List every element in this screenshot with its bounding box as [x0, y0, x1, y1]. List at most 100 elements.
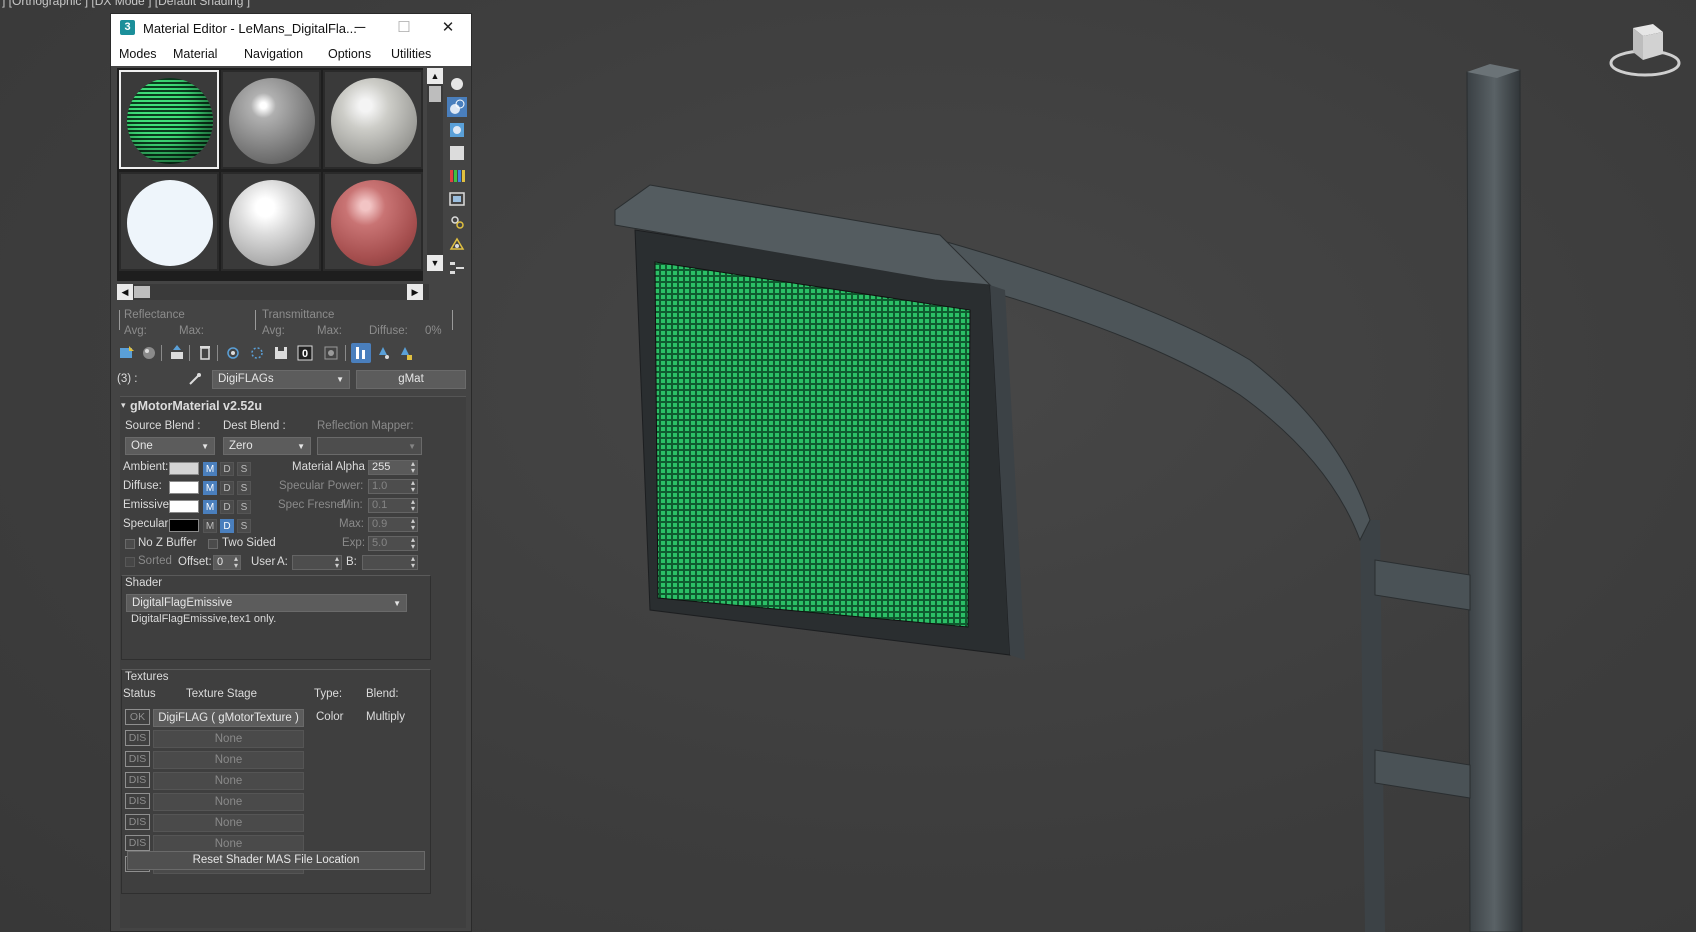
stage-status-1[interactable]: OK — [125, 709, 150, 725]
diffuse-s-toggle[interactable]: S — [237, 481, 251, 495]
rollout-collapse-icon[interactable]: ▾ — [121, 400, 126, 411]
spinner-arrows-icon[interactable]: ▴ ▾ — [335, 555, 339, 570]
ambient-m-toggle[interactable]: M — [203, 462, 217, 476]
specular-d-toggle[interactable]: D — [220, 519, 234, 533]
diffuse-color-swatch[interactable] — [169, 481, 199, 494]
emissive-d-toggle[interactable]: D — [220, 500, 234, 514]
save-icon[interactable] — [271, 343, 291, 363]
title-bar[interactable]: 3 Material Editor - LeMans_DigitalFla...… — [111, 14, 471, 42]
spinner-arrows-icon[interactable]: ▴ ▾ — [234, 555, 238, 570]
select-by-material-icon[interactable] — [447, 235, 467, 255]
spinner-arrows-icon[interactable]: ▴ ▾ — [411, 460, 415, 475]
material-id-icon[interactable]: 0 — [295, 343, 315, 363]
put-to-scene-icon[interactable] — [139, 343, 159, 363]
backlight-icon[interactable] — [447, 97, 467, 117]
user-b-spinner[interactable]: ▴ ▾ — [362, 555, 418, 570]
two-sided-checkbox[interactable] — [208, 539, 218, 549]
specular-color-swatch[interactable] — [169, 519, 199, 532]
make-unique-icon[interactable] — [223, 343, 243, 363]
put-to-library-icon[interactable] — [247, 343, 267, 363]
show-end-result-icon[interactable] — [351, 343, 371, 363]
texture-stage-button-1[interactable]: DigiFLAG ( gMotorTexture ) — [153, 709, 304, 727]
ambient-s-toggle[interactable]: S — [237, 462, 251, 476]
stage-status-6[interactable]: DIS — [125, 814, 150, 830]
stage-status-3[interactable]: DIS — [125, 751, 150, 767]
make-preview-icon[interactable] — [447, 189, 467, 209]
texture-stage-button-4[interactable]: None — [153, 772, 304, 790]
menu-material[interactable]: Material — [173, 47, 217, 61]
shader-dropdown[interactable]: DigitalFlagEmissive ▼ — [126, 594, 407, 612]
reset-shader-mas-button[interactable]: Reset Shader MAS File Location — [127, 851, 425, 870]
texture-stage-button-3[interactable]: None — [153, 751, 304, 769]
options-icon[interactable] — [447, 212, 467, 232]
sample-type-icon[interactable] — [447, 74, 467, 94]
diffuse-m-toggle[interactable]: M — [203, 481, 217, 495]
scroll-left-icon[interactable]: ◀ — [117, 284, 133, 300]
rollout-title[interactable]: gMotorMaterial v2.52u — [130, 399, 262, 413]
texture-stage-button-2[interactable]: None — [153, 730, 304, 748]
reflection-mapper-dropdown[interactable]: ▼ — [317, 437, 422, 455]
slots-horizontal-scrollbar[interactable]: ◀ ▶ — [117, 284, 429, 300]
scroll-thumb-h[interactable] — [134, 286, 150, 298]
scroll-down-icon[interactable]: ▼ — [427, 255, 443, 271]
sample-uv-tiling-icon[interactable] — [447, 143, 467, 163]
dest-blend-dropdown[interactable]: Zero ▼ — [223, 437, 311, 455]
diffuse-d-toggle[interactable]: D — [220, 481, 234, 495]
material-navigator-icon[interactable] — [447, 258, 467, 278]
fresnel-max-spinner[interactable]: 0.9 ▴ ▾ — [368, 517, 418, 532]
stage-status-5[interactable]: DIS — [125, 793, 150, 809]
spinner-arrows-icon[interactable]: ▴ ▾ — [411, 517, 415, 532]
close-button[interactable]: ✕ — [426, 14, 470, 42]
offset-spinner[interactable]: 0 ▴ ▾ — [213, 555, 241, 570]
stage-status-2[interactable]: DIS — [125, 730, 150, 746]
spinner-arrows-icon[interactable]: ▴ ▾ — [411, 479, 415, 494]
sample-slot-3[interactable] — [323, 70, 423, 169]
sample-slot-2[interactable] — [221, 70, 321, 169]
source-blend-dropdown[interactable]: One ▼ — [125, 437, 215, 455]
sorted-checkbox[interactable] — [125, 557, 135, 567]
material-editor-window[interactable]: 3 Material Editor - LeMans_DigitalFla...… — [110, 13, 472, 932]
material-alpha-spinner[interactable]: 255 ▴ ▾ — [368, 460, 418, 475]
sample-slot-4[interactable] — [119, 172, 219, 271]
menu-navigation[interactable]: Navigation — [244, 47, 303, 61]
minimize-button[interactable]: ─ — [338, 14, 382, 42]
assign-material-icon[interactable] — [167, 343, 187, 363]
viewcube-icon[interactable] — [1605, 18, 1685, 80]
specular-m-toggle[interactable]: M — [203, 519, 217, 533]
ambient-color-swatch[interactable] — [169, 462, 199, 475]
specular-s-toggle[interactable]: S — [237, 519, 251, 533]
scroll-right-icon[interactable]: ▶ — [407, 284, 423, 300]
ambient-d-toggle[interactable]: D — [220, 462, 234, 476]
material-type-button[interactable]: gMat — [356, 370, 466, 389]
specular-power-spinner[interactable]: 1.0 ▴ ▾ — [368, 479, 418, 494]
emissive-m-toggle[interactable]: M — [203, 500, 217, 514]
fresnel-exp-spinner[interactable]: 5.0 ▴ ▾ — [368, 536, 418, 551]
spinner-arrows-icon[interactable]: ▴ ▾ — [411, 555, 415, 570]
emissive-color-swatch[interactable] — [169, 500, 199, 513]
menu-utilities[interactable]: Utilities — [391, 47, 431, 61]
go-forward-icon[interactable] — [395, 343, 415, 363]
menu-modes[interactable]: Modes — [119, 47, 157, 61]
material-name-dropdown[interactable]: DigiFLAGs ▼ — [212, 370, 350, 389]
sample-slot-1[interactable] — [119, 70, 219, 169]
sample-slot-5[interactable] — [221, 172, 321, 271]
menu-options[interactable]: Options — [328, 47, 371, 61]
user-a-spinner[interactable]: ▴ ▾ — [292, 555, 342, 570]
fresnel-min-spinner[interactable]: 0.1 ▴ ▾ — [368, 498, 418, 513]
eyedropper-icon[interactable] — [187, 371, 203, 387]
slots-vertical-scrollbar[interactable]: ▲ ▼ — [427, 68, 443, 271]
spinner-arrows-icon[interactable]: ▴ ▾ — [411, 498, 415, 513]
spinner-arrows-icon[interactable]: ▴ ▾ — [411, 536, 415, 551]
scroll-up-icon[interactable]: ▲ — [427, 68, 443, 84]
background-icon[interactable] — [447, 120, 467, 140]
scroll-thumb[interactable] — [429, 86, 441, 102]
show-shaded-icon[interactable] — [321, 343, 341, 363]
texture-stage-button-6[interactable]: None — [153, 814, 304, 832]
maximize-button[interactable]: ☐ — [382, 14, 426, 42]
sample-slot-6[interactable] — [323, 172, 423, 271]
texture-stage-button-5[interactable]: None — [153, 793, 304, 811]
go-to-parent-icon[interactable] — [373, 343, 393, 363]
no-z-buffer-checkbox[interactable] — [125, 539, 135, 549]
get-material-icon[interactable] — [117, 343, 137, 363]
video-color-check-icon[interactable] — [447, 166, 467, 186]
